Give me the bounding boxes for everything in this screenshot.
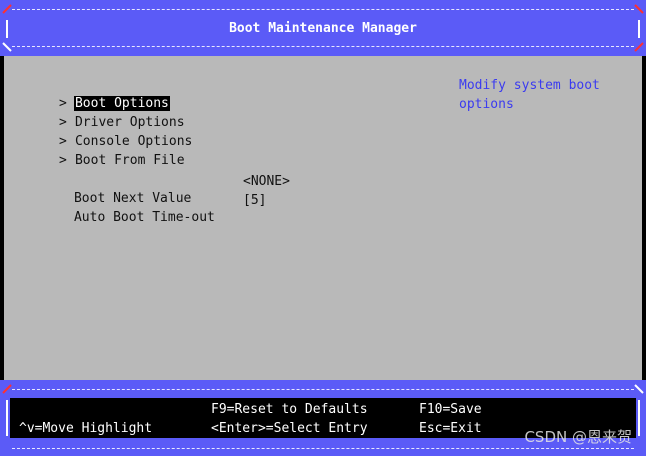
setting-boot-next[interactable]: Boot Next Value <NONE> — [27, 173, 290, 206]
key-hint-enter: <Enter>=Select Entry — [211, 421, 368, 436]
main-content: > Boot Options > Driver Options > Console O… — [4, 56, 642, 380]
key-hint-f10: F10=Save — [419, 402, 482, 417]
menu-item-console-options[interactable]: > Console Options — [12, 116, 193, 149]
menu-item-boot-from-file[interactable]: > Boot From File — [12, 135, 186, 168]
setting-value[interactable]: [5] — [243, 192, 266, 209]
setting-label: Auto Boot Time-out — [73, 210, 215, 225]
bios-screen: Boot Maintenance Manager > Boot Options >… — [0, 0, 646, 456]
setting-value[interactable]: <NONE> — [243, 173, 290, 190]
help-text: Modify system boot options — [459, 78, 600, 112]
footer-left-border — [6, 400, 8, 436]
key-hint-f9: F9=Reset to Defaults — [211, 402, 368, 417]
page-title: Boot Maintenance Manager — [229, 21, 417, 36]
footer-bottom-border — [12, 448, 634, 449]
corner-footer-tl-icon — [2, 384, 12, 394]
corner-footer-tr-icon — [634, 384, 644, 394]
header-bottom-border — [12, 46, 634, 47]
key-hint-esc: Esc=Exit — [419, 421, 482, 436]
watermark: CSDN @恩来贺 — [524, 428, 632, 446]
chevron-right-icon: > — [58, 153, 67, 168]
menu-item-boot-options[interactable]: > Boot Options — [12, 78, 170, 111]
footer-right-border — [638, 400, 640, 436]
header-bar: Boot Maintenance Manager — [0, 0, 646, 56]
footer-top-border — [12, 389, 634, 390]
corner-top-right-icon — [634, 4, 644, 14]
menu-item-label: Boot From File — [74, 153, 185, 168]
key-hint-move: ^v=Move Highlight — [19, 421, 153, 436]
header-top-border — [12, 9, 634, 10]
corner-header-br-icon — [634, 42, 644, 52]
corner-top-left-icon — [2, 4, 12, 14]
menu-item-driver-options[interactable]: > Driver Options — [12, 97, 186, 130]
corner-header-bl-icon — [2, 42, 12, 52]
setting-auto-boot-timeout[interactable]: Auto Boot Time-out [5] — [27, 192, 267, 225]
